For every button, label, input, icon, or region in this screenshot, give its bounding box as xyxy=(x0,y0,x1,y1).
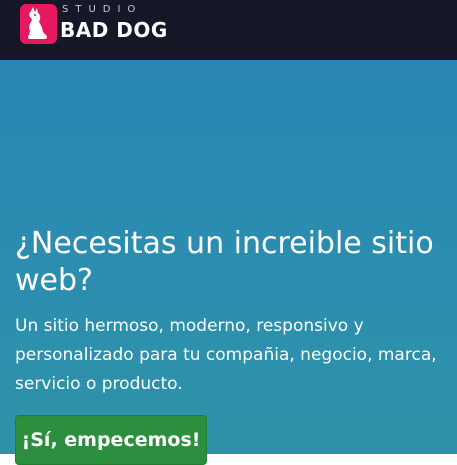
brand-name: BAD DOG xyxy=(60,18,168,42)
brand-text: STUDIO BAD DOG xyxy=(60,4,168,42)
hero-subtitle: Un sitio hermoso, moderno, responsivo y … xyxy=(15,316,437,394)
dog-icon xyxy=(20,4,57,44)
start-button[interactable]: ¡Sí, empecemos! xyxy=(15,415,207,465)
hero-section: ¿Necesitas un increible sitio web? Un si… xyxy=(0,60,457,465)
brand-subtitle: STUDIO xyxy=(62,4,143,15)
brand-logo-link[interactable]: STUDIO BAD DOG xyxy=(20,4,168,44)
navbar: STUDIO BAD DOG xyxy=(0,0,457,60)
hero-title: ¿Necesitas un increible sitio web? xyxy=(15,226,434,298)
